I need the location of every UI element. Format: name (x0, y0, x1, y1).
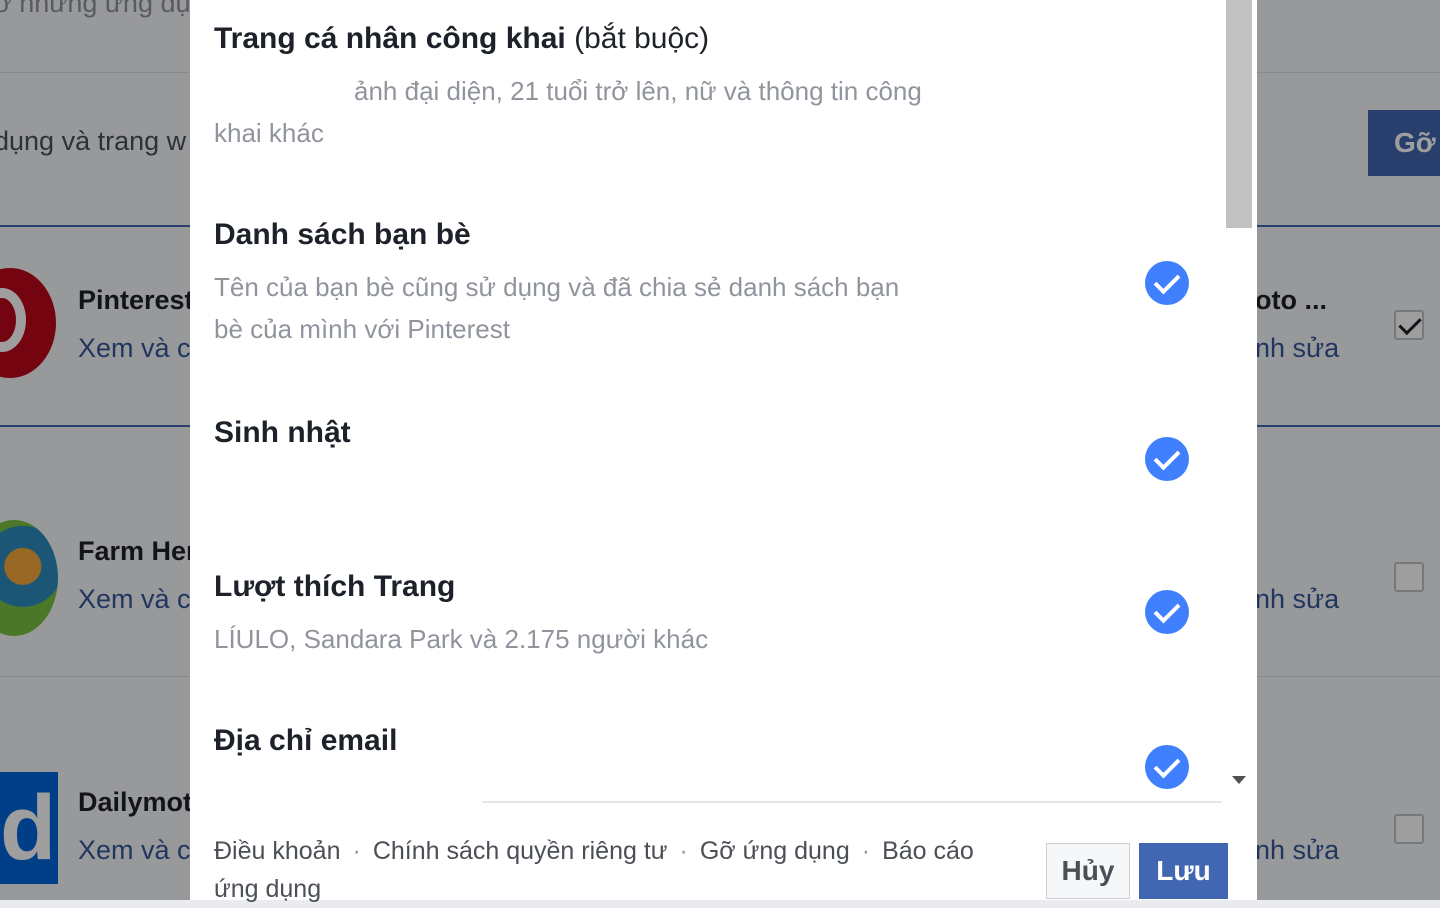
permission-title: Lượt thích Trang (214, 570, 456, 603)
permissions-scrollbar[interactable] (1222, 0, 1256, 802)
permission-description: Tên của bạn bè cũng sử dụng và đã chia s… (214, 272, 900, 344)
permission-birthday: Sinh nhật (214, 416, 1194, 450)
permission-email: Địa chỉ email (214, 724, 1194, 758)
permission-public-profile: Trang cá nhân công khai (bắt buộc) ảnh đ… (214, 22, 1194, 154)
permission-title: Sinh nhật (214, 416, 351, 449)
permission-description: ảnh đại diện, 21 tuổi trở lên, nữ và thô… (214, 76, 922, 148)
scroll-down-arrow-icon[interactable] (1232, 776, 1246, 784)
scrollbar-thumb[interactable] (1226, 0, 1252, 228)
permission-title-text: Trang cá nhân công khai (214, 22, 566, 55)
permission-friend-list: Danh sách bạn bè Tên của bạn bè cũng sử … (214, 218, 1194, 350)
app-permissions-dialog: Trang cá nhân công khai (bắt buộc) ảnh đ… (190, 0, 1257, 903)
permission-title: Danh sách bạn bè (214, 218, 471, 251)
email-check-icon[interactable] (1145, 745, 1189, 789)
footer-divider (482, 801, 1222, 803)
terms-link[interactable]: Điều khoản (214, 837, 340, 865)
permissions-list: Trang cá nhân công khai (bắt buộc) ảnh đ… (190, 0, 1222, 802)
link-separator: · (861, 837, 871, 865)
cancel-button[interactable]: Hủy (1046, 843, 1130, 899)
permission-title: Địa chỉ email (214, 724, 398, 757)
save-button[interactable]: Lưu (1139, 843, 1228, 899)
remove-app-link[interactable]: Gỡ ứng dụng (700, 837, 850, 865)
link-separator: · (679, 837, 688, 865)
required-label: (bắt buộc) (574, 22, 710, 55)
dialog-footer-links: Điều khoản · Chính sách quyền riêng tư · Gỡ … (214, 832, 1014, 908)
permission-description: LÍULO, Sandara Park và 2.175 người khác (214, 624, 709, 654)
privacy-policy-link[interactable]: Chính sách quyền riêng tư (373, 837, 668, 865)
friend-list-check-icon[interactable] (1145, 261, 1189, 305)
permission-page-likes: Lượt thích Trang LÍULO, Sandara Park và … (214, 570, 1194, 660)
link-separator: · (352, 837, 361, 865)
permission-title: Trang cá nhân công khai (bắt buộc) (214, 22, 1194, 56)
page-likes-check-icon[interactable] (1145, 590, 1189, 634)
birthday-check-icon[interactable] (1145, 437, 1189, 481)
